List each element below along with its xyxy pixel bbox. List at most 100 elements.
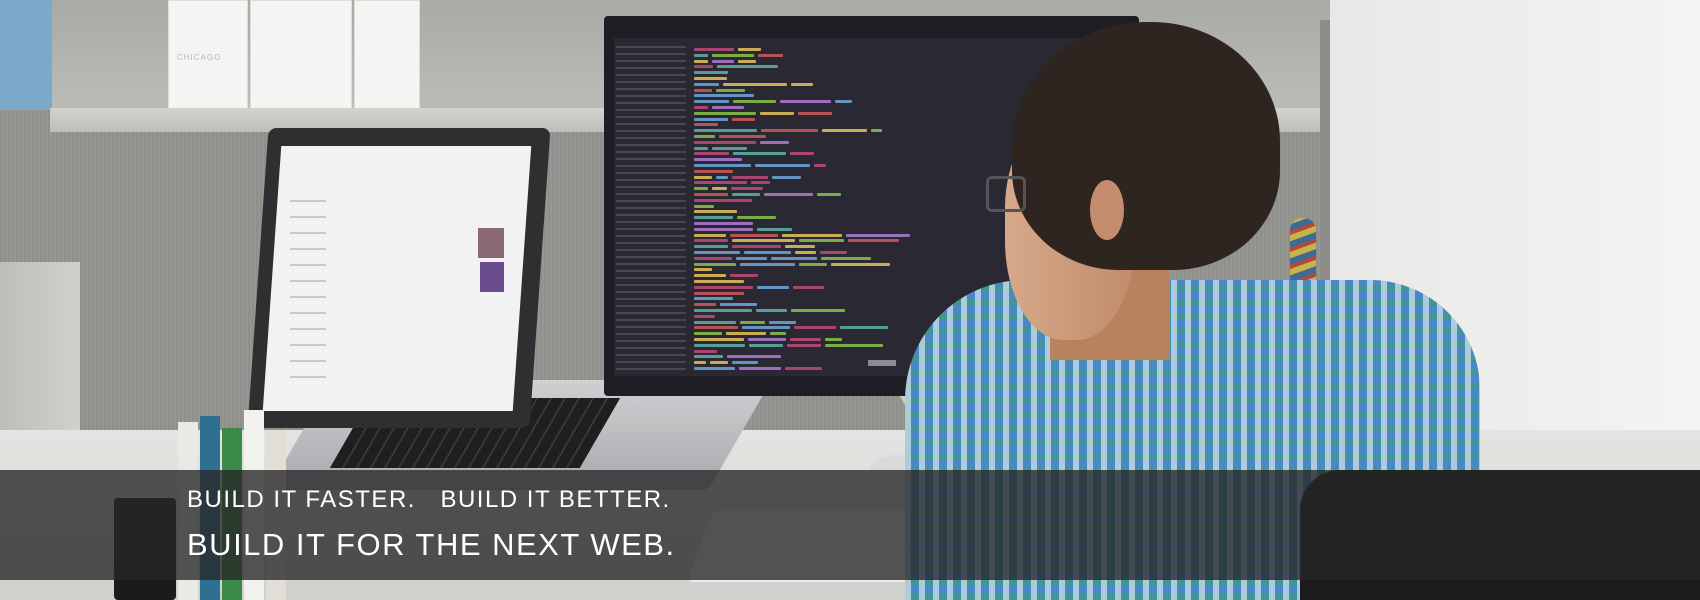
code-line-segment bbox=[757, 227, 792, 231]
code-line-segment bbox=[694, 181, 747, 185]
code-line-segment bbox=[712, 53, 754, 57]
code-line-segment bbox=[760, 111, 794, 115]
code-line-segment bbox=[694, 71, 728, 75]
storage-box bbox=[250, 0, 352, 110]
code-line-segment bbox=[822, 129, 867, 133]
tagline-secondary: BUILD IT FOR THE NEXT WEB. bbox=[187, 527, 676, 562]
code-line-segment bbox=[712, 59, 734, 63]
monitor-logo bbox=[868, 360, 896, 366]
code-line-segment bbox=[694, 48, 734, 51]
code-line-segment bbox=[785, 367, 822, 370]
code-line-segment bbox=[831, 262, 890, 266]
code-line-segment bbox=[799, 262, 827, 266]
code-line-segment bbox=[825, 338, 842, 341]
code-line-segment bbox=[733, 152, 786, 156]
tagline-primary: BUILD IT FASTER. BUILD IT BETTER. bbox=[187, 486, 671, 513]
code-line-segment bbox=[694, 367, 735, 370]
code-line-segment bbox=[694, 332, 722, 336]
storage-box: CHICAGO bbox=[168, 0, 248, 110]
code-line-segment bbox=[694, 82, 719, 86]
code-line-segment bbox=[769, 320, 796, 324]
code-line-segment bbox=[717, 65, 778, 69]
box-label: CHICAGO bbox=[177, 53, 222, 62]
code-line-segment bbox=[694, 349, 717, 353]
code-line-segment bbox=[694, 326, 738, 330]
code-line-segment bbox=[780, 100, 831, 104]
code-line-segment bbox=[694, 123, 718, 127]
code-line-segment bbox=[694, 361, 706, 365]
code-line-segment bbox=[757, 285, 789, 289]
code-line-segment bbox=[694, 233, 726, 237]
code-line-segment bbox=[710, 361, 728, 365]
code-line-segment bbox=[817, 193, 841, 196]
laptop-display-thumbnail bbox=[478, 228, 504, 258]
code-line-segment bbox=[739, 367, 781, 370]
hero-banner: CHICAGO BUILD IT FASTER. BUILD IT BETTER… bbox=[0, 0, 1700, 600]
code-line-segment bbox=[794, 326, 836, 330]
code-line-segment bbox=[738, 59, 756, 63]
laptop-display-sidebar bbox=[290, 200, 326, 390]
code-line-segment bbox=[694, 53, 708, 57]
code-line-segment bbox=[727, 355, 781, 359]
code-line-segment bbox=[694, 77, 727, 80]
code-line-segment bbox=[694, 291, 744, 295]
code-line-segment bbox=[694, 94, 754, 98]
code-line-segment bbox=[791, 82, 813, 86]
code-line-segment bbox=[694, 65, 713, 69]
code-line-segment bbox=[742, 326, 790, 330]
man-ear bbox=[1090, 180, 1124, 240]
code-line-segment bbox=[756, 309, 787, 312]
code-line-segment bbox=[694, 338, 744, 341]
code-line-segment bbox=[770, 332, 786, 336]
code-line-segment bbox=[694, 268, 712, 272]
code-line-segment bbox=[748, 338, 786, 341]
code-line-segment bbox=[694, 59, 708, 63]
code-line-segment bbox=[694, 256, 732, 260]
code-editor-file-tree bbox=[616, 46, 686, 371]
code-line-segment bbox=[712, 146, 747, 150]
code-line-segment bbox=[749, 343, 783, 347]
code-line-segment bbox=[694, 204, 714, 208]
code-line-segment bbox=[726, 332, 766, 336]
code-line-segment bbox=[694, 262, 736, 266]
code-line-segment bbox=[719, 135, 766, 138]
code-line-segment bbox=[790, 338, 821, 341]
code-line-segment bbox=[694, 111, 756, 115]
code-line-segment bbox=[694, 303, 716, 307]
code-line-segment bbox=[694, 274, 726, 278]
code-line-segment bbox=[814, 164, 826, 167]
code-line-segment bbox=[760, 140, 789, 144]
code-line-segment bbox=[694, 129, 757, 133]
code-line-segment bbox=[694, 251, 740, 254]
code-line-segment bbox=[694, 198, 752, 202]
code-line-segment bbox=[871, 129, 882, 133]
code-line-segment bbox=[694, 222, 753, 225]
glasses-icon bbox=[986, 176, 1026, 212]
code-line-segment bbox=[835, 100, 852, 104]
code-line-segment bbox=[694, 239, 728, 243]
code-line-segment bbox=[694, 245, 728, 249]
code-line-segment bbox=[732, 239, 795, 243]
code-line-segment bbox=[730, 274, 758, 278]
partition-post bbox=[1320, 20, 1330, 300]
code-line-segment bbox=[732, 117, 755, 121]
code-line-segment bbox=[694, 343, 745, 347]
code-line-segment bbox=[732, 175, 768, 179]
code-line-segment bbox=[846, 233, 910, 237]
code-line-segment bbox=[694, 210, 737, 214]
code-line-segment bbox=[694, 175, 712, 179]
code-line-segment bbox=[733, 100, 776, 104]
code-line-segment bbox=[737, 216, 776, 220]
code-line-segment bbox=[825, 343, 883, 347]
code-line-segment bbox=[751, 181, 770, 185]
code-line-segment bbox=[694, 146, 708, 150]
code-line-segment bbox=[732, 361, 758, 365]
code-line-segment bbox=[820, 251, 847, 254]
code-line-segment bbox=[694, 106, 708, 109]
code-line-segment bbox=[793, 285, 824, 289]
code-line-segment bbox=[694, 280, 744, 283]
code-line-segment bbox=[694, 117, 728, 121]
code-line-segment bbox=[798, 111, 832, 115]
code-line-segment bbox=[740, 320, 765, 324]
code-line-segment bbox=[694, 140, 756, 144]
